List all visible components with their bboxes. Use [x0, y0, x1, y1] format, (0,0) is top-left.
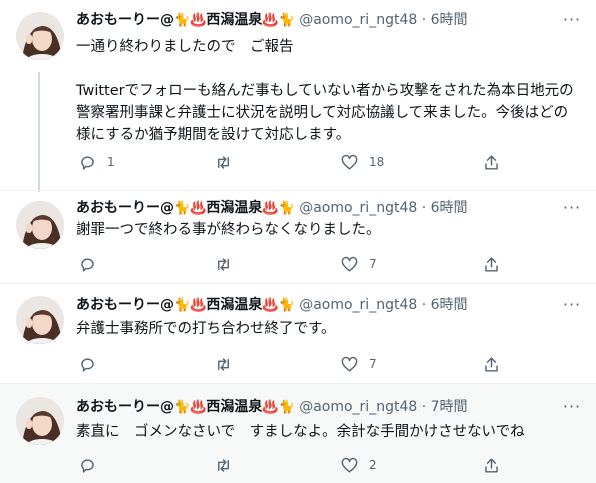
separator-dot: ·	[421, 399, 427, 415]
display-name[interactable]: あおもーりー@	[76, 200, 174, 216]
display-name[interactable]: あおもーりー@	[76, 399, 174, 415]
separator-dot: ·	[421, 200, 427, 216]
cat-emoji: 🐈	[174, 13, 191, 28]
timestamp[interactable]: 7時間	[431, 399, 468, 415]
separator-dot: ·	[421, 12, 427, 28]
like-count: 2	[369, 458, 377, 472]
like-count: 7	[369, 357, 377, 371]
like-icon	[341, 457, 358, 473]
retweet-button[interactable]	[214, 152, 243, 172]
display-name-part: 西潟温泉	[206, 297, 263, 313]
action-bar: 7	[72, 354, 512, 374]
handle[interactable]: @aomo_ri_ngt48	[299, 399, 417, 415]
like-button[interactable]: 7	[340, 354, 377, 374]
tweet-header: あおもーりー@🐈♨️西潟温泉♨️🐈 @aomo_ri_ngt48 · 6時間	[76, 10, 560, 30]
tweet-header: あおもーりー@🐈♨️西潟温泉♨️🐈 @aomo_ri_ngt48 · 7時間	[76, 397, 560, 417]
hot-spring-emoji: ♨️	[190, 201, 207, 216]
more-icon[interactable]: ···	[562, 399, 582, 419]
like-count: 18	[369, 155, 385, 169]
like-button[interactable]: 7	[340, 254, 377, 274]
hot-spring-emoji: ♨️	[262, 298, 279, 313]
tweet[interactable]: あおもーりー@🐈♨️西潟温泉♨️🐈 @aomo_ri_ngt48 · 6時間 ·…	[0, 190, 596, 283]
retweet-icon	[218, 257, 229, 271]
share-button[interactable]	[482, 254, 501, 274]
handle[interactable]: @aomo_ri_ngt48	[299, 12, 417, 28]
tweet-header: あおもーりー@🐈♨️西潟温泉♨️🐈 @aomo_ri_ngt48 · 6時間	[76, 198, 560, 218]
tweet[interactable]: あおもーりー@🐈♨️西潟温泉♨️🐈 @aomo_ri_ngt48 · 7時間 ·…	[0, 383, 596, 483]
avatar[interactable]	[16, 201, 64, 249]
cat-emoji: 🐈	[278, 298, 295, 313]
hot-spring-emoji: ♨️	[190, 400, 207, 415]
reply-button[interactable]: 1	[78, 152, 115, 172]
display-name-part: 西潟温泉	[206, 200, 263, 216]
avatar[interactable]	[16, 12, 64, 60]
share-button[interactable]	[482, 455, 501, 475]
tweet[interactable]: あおもーりー@🐈♨️西潟温泉♨️🐈 @aomo_ri_ngt48 · 6時間 ·…	[0, 283, 596, 383]
action-bar: 1 18	[72, 152, 512, 172]
display-name[interactable]: あおもーりー@	[76, 297, 174, 313]
retweet-icon	[218, 155, 229, 169]
tweet-text: 一通り終わりましたので ご報告 Twitterでフォローも絡んだ事もしていない者…	[76, 39, 574, 143]
reply-button[interactable]	[78, 455, 107, 475]
hot-spring-emoji: ♨️	[262, 13, 279, 28]
share-icon	[485, 256, 498, 272]
action-bar: 7	[72, 254, 512, 274]
retweet-button[interactable]	[214, 455, 243, 475]
cat-emoji: 🐈	[174, 298, 191, 313]
display-name[interactable]: あおもーりー@	[76, 12, 174, 28]
reply-icon	[81, 257, 94, 272]
share-icon	[485, 457, 498, 473]
share-button[interactable]	[482, 354, 501, 374]
display-name-part: 西潟温泉	[206, 399, 263, 415]
timestamp[interactable]: 6時間	[431, 200, 468, 216]
hot-spring-emoji: ♨️	[190, 298, 207, 313]
separator-dot: ·	[421, 297, 427, 313]
retweet-button[interactable]	[214, 254, 243, 274]
display-name-part: 西潟温泉	[206, 12, 263, 28]
like-icon	[341, 256, 358, 272]
cat-emoji: 🐈	[278, 201, 295, 216]
reply-icon	[81, 357, 94, 372]
tweet-text: 謝罪一つで終わる事が終わらなくなりました。	[76, 222, 381, 238]
tweet-header: あおもーりー@🐈♨️西潟温泉♨️🐈 @aomo_ri_ngt48 · 6時間	[76, 295, 560, 315]
reply-count: 1	[107, 155, 115, 169]
share-button[interactable]	[482, 152, 501, 172]
retweet-icon	[218, 357, 229, 371]
tweet-text: 素直に ゴメンなさいで すましなよ。余計な手間かけさせないでね	[76, 424, 525, 440]
share-icon	[485, 356, 498, 372]
hot-spring-emoji: ♨️	[190, 13, 207, 28]
reply-button[interactable]	[78, 354, 107, 374]
handle[interactable]: @aomo_ri_ngt48	[299, 200, 417, 216]
retweet-button[interactable]	[214, 354, 243, 374]
hot-spring-emoji: ♨️	[262, 400, 279, 415]
tweet-text: 弁護士事務所での打ち合わせ終了です。	[76, 321, 336, 337]
cat-emoji: 🐈	[174, 201, 191, 216]
like-button[interactable]: 18	[340, 152, 384, 172]
tweet[interactable]: あおもーりー@🐈♨️西潟温泉♨️🐈 @aomo_ri_ngt48 · 6時間 ·…	[0, 0, 596, 192]
avatar[interactable]	[16, 397, 64, 445]
like-icon	[341, 154, 358, 170]
timestamp[interactable]: 6時間	[431, 297, 468, 313]
more-icon[interactable]: ···	[562, 297, 582, 317]
cat-emoji: 🐈	[174, 400, 191, 415]
avatar[interactable]	[16, 296, 64, 344]
like-button[interactable]: 2	[340, 455, 377, 475]
reply-button[interactable]	[78, 254, 107, 274]
more-icon[interactable]: ···	[562, 200, 582, 220]
like-count: 7	[369, 257, 377, 271]
cat-emoji: 🐈	[278, 400, 295, 415]
more-icon[interactable]: ···	[562, 12, 582, 32]
reply-icon	[81, 155, 94, 170]
timestamp[interactable]: 6時間	[431, 12, 468, 28]
retweet-icon	[218, 458, 229, 472]
action-bar: 2	[72, 455, 512, 475]
share-icon	[485, 154, 498, 170]
like-icon	[341, 356, 358, 372]
thread-line	[38, 72, 40, 192]
handle[interactable]: @aomo_ri_ngt48	[299, 297, 417, 313]
hot-spring-emoji: ♨️	[262, 201, 279, 216]
cat-emoji: 🐈	[278, 13, 295, 28]
reply-icon	[81, 458, 94, 473]
